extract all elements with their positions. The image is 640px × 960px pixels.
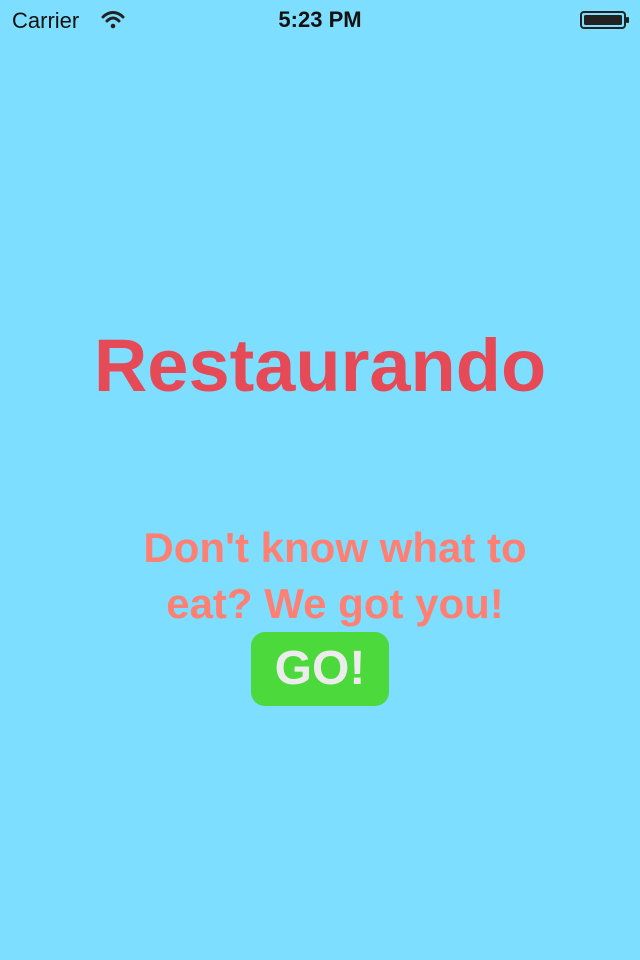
go-button[interactable]: GO! xyxy=(251,632,389,706)
battery-icon xyxy=(580,11,629,29)
tagline: Don't know what to eat? We got you! xyxy=(143,524,527,627)
app-title: Restaurando xyxy=(93,324,547,407)
status-bar: Carrier 5:23 PM xyxy=(0,0,640,40)
status-time: 5:23 PM xyxy=(278,7,362,32)
